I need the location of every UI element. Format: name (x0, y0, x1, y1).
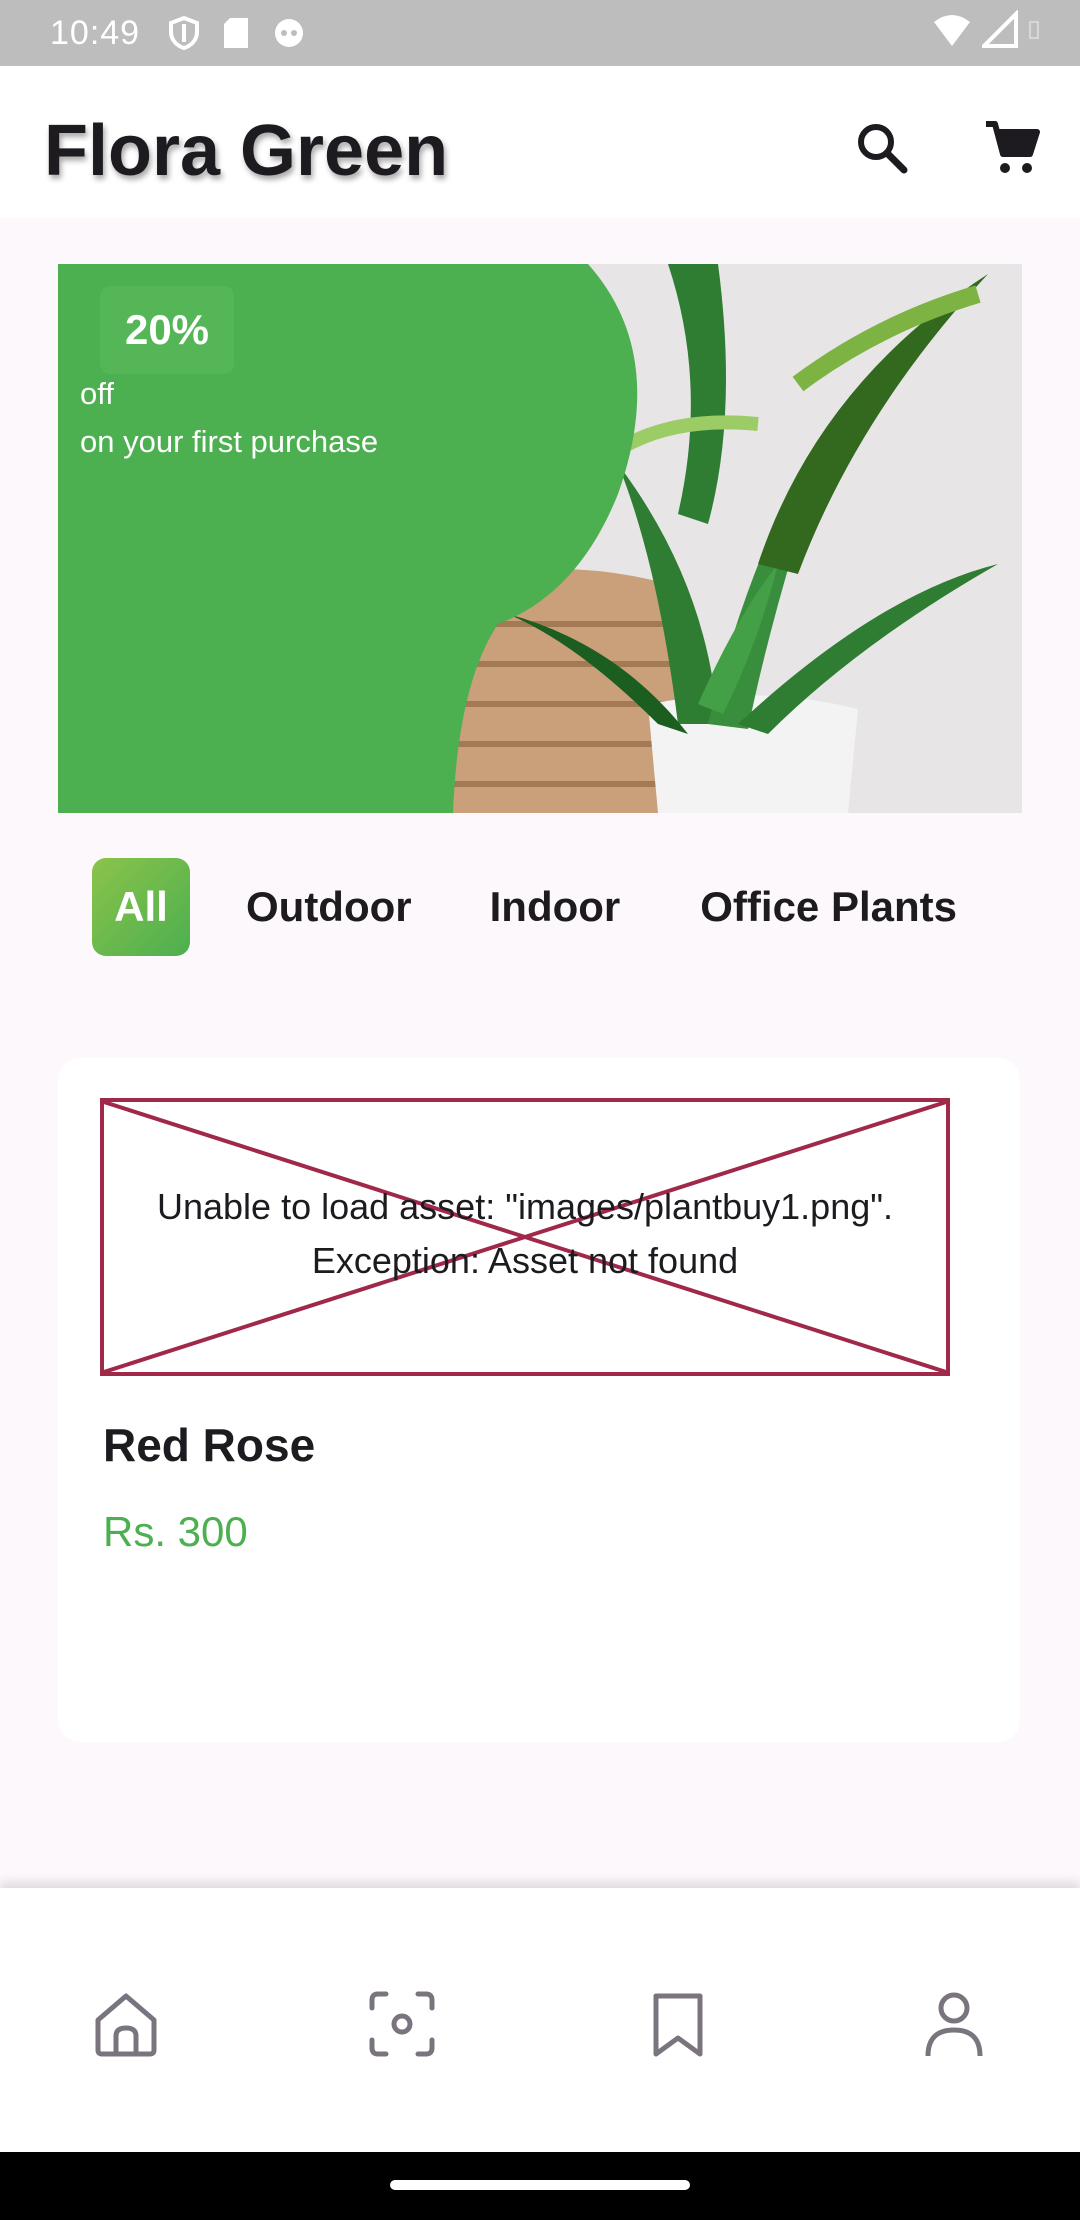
tab-office-plants[interactable]: Office Plants (700, 883, 957, 931)
tab-indoor[interactable]: Indoor (490, 883, 621, 931)
nav-scan[interactable] (366, 1988, 438, 2060)
page-title: Flora Green (44, 111, 449, 191)
banner-line-2: on your first purchase (80, 424, 379, 459)
promo-banner[interactable]: 20% off on your first purchase (58, 264, 1022, 813)
scan-icon (369, 1991, 435, 2057)
product-image-error: Unable to load asset: "images/plantbuy1.… (100, 1098, 950, 1376)
product-name: Red Rose (103, 1419, 316, 1471)
category-tabs: All Outdoor Indoor Office Plants (92, 858, 957, 956)
status-time: 10:49 (50, 13, 141, 52)
home-icon (95, 1993, 157, 2057)
app-bar: Flora Green (0, 66, 1080, 218)
nav-profile[interactable] (918, 1988, 990, 2060)
cart-button[interactable] (982, 118, 1042, 178)
discount-badge: 20% (100, 286, 234, 374)
profile-icon (925, 1992, 983, 2057)
product-price: Rs. 300 (103, 1508, 248, 1555)
nav-home[interactable] (90, 1988, 162, 2060)
image-error-line-1: Unable to load asset: "images/plantbuy1.… (156, 1186, 894, 1227)
shield-icon (169, 16, 200, 50)
cart-icon (986, 121, 1040, 173)
image-error-line-2: Exception: Asset not found (311, 1240, 739, 1281)
search-icon (858, 124, 908, 174)
system-gesture-bar (0, 2152, 1080, 2220)
status-notification-icons (168, 16, 306, 50)
battery-icon (1029, 21, 1039, 39)
wifi-icon (934, 15, 970, 46)
tab-outdoor[interactable]: Outdoor (246, 883, 412, 931)
status-system-icons (932, 10, 1040, 50)
home-gesture-handle[interactable] (390, 2180, 690, 2190)
nav-bookmarks[interactable] (642, 1988, 714, 2060)
sd-card-icon (224, 18, 249, 48)
search-button[interactable] (852, 118, 912, 178)
tab-all[interactable]: All (92, 858, 190, 956)
bookmark-icon (653, 1993, 703, 2057)
image-error-message: Unable to load asset: "images/plantbuy1.… (104, 1180, 946, 1288)
status-bar: 10:49 (0, 0, 1080, 66)
banner-line-1: off (80, 376, 114, 411)
bottom-navigation (0, 1888, 1080, 2152)
signal-icon (982, 10, 1018, 48)
product-card[interactable]: Unable to load asset: "images/plantbuy1.… (58, 1058, 1020, 1742)
face-icon (275, 19, 304, 47)
